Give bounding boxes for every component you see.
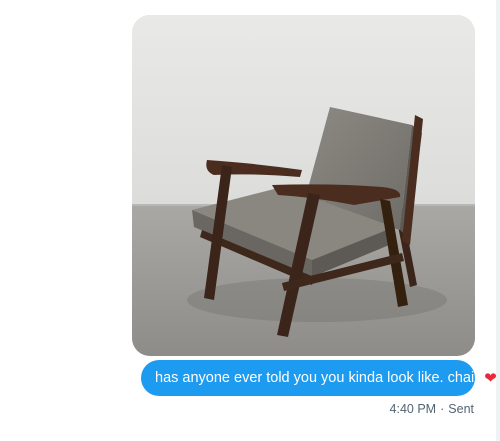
chair-photo-message[interactable]	[132, 15, 475, 356]
message-bubble[interactable]: has anyone ever told you you kinda look …	[141, 360, 497, 396]
message-status: Sent	[448, 402, 474, 416]
dm-conversation: has anyone ever told you you kinda look …	[0, 0, 500, 441]
meta-separator: ·	[440, 402, 445, 416]
message-timestamp: 4:40 PM	[389, 402, 437, 416]
scrollbar-track[interactable]	[496, 0, 500, 441]
message-meta: 4:40 PM · Sent	[390, 402, 474, 416]
message-text: has anyone ever told you you kinda look …	[155, 370, 483, 386]
heart-icon: ❤	[484, 370, 497, 387]
armchair-photo	[132, 15, 475, 356]
